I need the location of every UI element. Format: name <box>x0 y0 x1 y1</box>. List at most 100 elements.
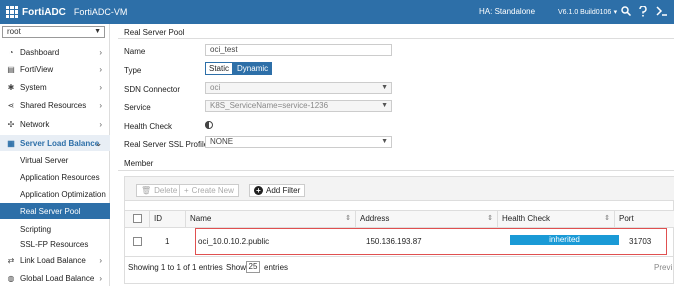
toggle-half-icon <box>205 121 209 129</box>
column-label: ID <box>154 214 162 223</box>
sdn-connector-select[interactable]: oci ▼ <box>205 82 392 94</box>
sidebar-item-fortiview[interactable]: ▤ FortiView › <box>0 61 110 77</box>
sidebar-item-label: Server Load Balance <box>20 138 100 148</box>
add-filter-button[interactable]: + Add Filter <box>249 184 306 197</box>
delete-label: Delete <box>154 186 178 195</box>
sidebar-subitem-label: SSL-FP Resources <box>20 239 89 249</box>
column-label: Name <box>190 214 212 223</box>
select-all-checkbox[interactable] <box>133 214 142 223</box>
name-field[interactable]: oci_test <box>205 44 392 56</box>
column-header-address[interactable]: Address ⇕ <box>356 211 498 227</box>
sidebar-item-dashboard[interactable]: ◔ Dashboard › <box>0 44 110 60</box>
chevron-down-icon: ▼ <box>381 102 388 109</box>
fortiview-icon: ▤ <box>7 64 15 74</box>
member-toolbar: 🗑 Delete + Create New + Add Filter <box>125 177 674 201</box>
column-header-id[interactable]: ID <box>149 211 186 227</box>
vdom-select[interactable]: root ▼ <box>2 26 105 38</box>
sidebar-subitem-ssl-fp-resources[interactable]: SSL-FP Resources <box>0 236 110 252</box>
page-title: Real Server Pool <box>124 28 185 37</box>
member-panel: 🗑 Delete + Create New + Add Filter ID Na… <box>124 176 674 284</box>
sidebar-item-label: Dashboard <box>20 47 60 57</box>
sidebar-item-system[interactable]: ✱ System › <box>0 79 110 95</box>
sidebar-subitem-real-server-pool[interactable]: Real Server Pool <box>0 203 110 219</box>
service-value: K8S_ServiceName=service-1236 <box>210 101 329 110</box>
row-highlight-box <box>195 228 667 255</box>
sidebar-item-label: Network <box>20 119 50 129</box>
sort-icon[interactable]: ⇕ <box>345 211 351 227</box>
help-icon[interactable] <box>639 5 647 20</box>
entries-label: entries <box>264 263 289 272</box>
sidebar-subitem-application-optimization[interactable]: Application Optimization <box>0 186 110 202</box>
vdom-value: root <box>7 27 21 36</box>
chevron-right-icon: › <box>99 255 102 265</box>
sidebar-item-label: System <box>20 82 47 92</box>
column-label: Port <box>619 214 634 223</box>
sidebar-item-label: Shared Resources <box>20 100 87 110</box>
gear-icon: ✱ <box>7 82 15 92</box>
sidebar-subitem-virtual-server[interactable]: Virtual Server <box>0 152 110 168</box>
name-label: Name <box>124 47 146 56</box>
service-label: Service <box>124 103 151 112</box>
member-section-label: Member <box>124 159 154 168</box>
chevron-right-icon: › <box>99 100 102 110</box>
ha-value: Standalone <box>494 7 536 16</box>
type-static-button[interactable]: Static <box>205 62 234 75</box>
delete-button[interactable]: 🗑 Delete <box>136 184 183 197</box>
sidebar-subitem-label: Virtual Server <box>20 155 69 165</box>
chevron-down-icon: ▼ <box>381 84 388 91</box>
sidebar-item-server-load-balance[interactable]: ▦ Server Load Balance ⌄ <box>0 135 110 151</box>
top-bar: FortiADC FortiADC-VM HA: Standalone V6.1… <box>0 0 674 24</box>
ssl-profile-select[interactable]: NONE ▼ <box>205 136 392 148</box>
chevron-down-icon: ▼ <box>94 28 101 35</box>
sidebar-item-shared-resources[interactable]: ⋖ Shared Resources › <box>0 97 110 113</box>
sort-icon[interactable]: ⇕ <box>487 211 493 227</box>
sidebar-subitem-application-resources[interactable]: Application Resources <box>0 169 110 185</box>
chevron-down-icon: ▼ <box>381 138 388 145</box>
sort-icon[interactable]: ⇕ <box>604 211 610 227</box>
type-dynamic-button[interactable]: Dynamic <box>233 62 273 75</box>
cli-console-icon[interactable] <box>656 6 668 19</box>
column-header-health-check[interactable]: Health Check ⇕ <box>498 211 615 227</box>
chevron-right-icon: › <box>99 64 102 74</box>
version-label: V6.1.0 Build0106 <box>558 9 612 16</box>
plus-icon: + <box>184 186 189 195</box>
row-checkbox[interactable] <box>133 237 142 246</box>
plus-circle-icon: + <box>254 186 263 195</box>
health-check-toggle[interactable] <box>205 121 217 129</box>
chevron-right-icon: › <box>99 82 102 92</box>
sidebar: root ▼ ◔ Dashboard › ▤ FortiView › ✱ Sys… <box>0 24 110 286</box>
column-header-name[interactable]: Name ⇕ <box>186 211 356 227</box>
sidebar-subitem-label: Application Resources <box>20 172 100 182</box>
name-value: oci_test <box>210 45 238 54</box>
service-select[interactable]: K8S_ServiceName=service-1236 ▼ <box>205 100 392 112</box>
server-icon: ▦ <box>7 138 15 148</box>
sdn-connector-label: SDN Connector <box>124 85 181 94</box>
cell-id: 1 <box>165 237 170 246</box>
type-label: Type <box>124 66 142 75</box>
divider <box>125 256 674 257</box>
page-size-label: Show <box>226 263 247 272</box>
sidebar-item-global-load-balance[interactable]: ◍ Global Load Balance › <box>0 270 110 286</box>
column-header-port[interactable]: Port <box>615 211 674 227</box>
column-label: Health Check <box>502 214 551 223</box>
sidebar-subitem-label: Real Server Pool <box>20 206 81 216</box>
sidebar-item-label: Link Load Balance <box>20 255 86 265</box>
previous-page-link[interactable]: Previ <box>654 263 672 272</box>
link-icon: ⇄ <box>7 255 15 265</box>
page-size-select[interactable]: 25 <box>246 261 260 273</box>
create-new-button[interactable]: + Create New <box>179 184 239 197</box>
sidebar-item-network[interactable]: ✣ Network › <box>0 116 110 132</box>
sidebar-subitem-scripting[interactable]: Scripting <box>0 221 110 237</box>
sidebar-item-label: Global Load Balance <box>20 273 95 283</box>
divider <box>118 170 674 171</box>
sidebar-subitem-label: Application Optimization <box>20 189 106 199</box>
fortinet-grid-icon <box>6 6 18 18</box>
pagination-summary: Showing 1 to 1 of 1 entries <box>128 263 223 272</box>
main-content: Real Server Pool Name oci_test Type Stat… <box>110 24 674 286</box>
sidebar-item-link-load-balance[interactable]: ⇄ Link Load Balance › <box>0 252 110 268</box>
chevron-down-icon: ⌄ <box>95 138 102 148</box>
device-name: FortiADC-VM <box>73 7 128 17</box>
version-menu[interactable]: V6.1.0 Build0106 ▾ <box>558 7 617 16</box>
chevron-right-icon: › <box>99 273 102 283</box>
search-icon[interactable] <box>621 6 632 19</box>
